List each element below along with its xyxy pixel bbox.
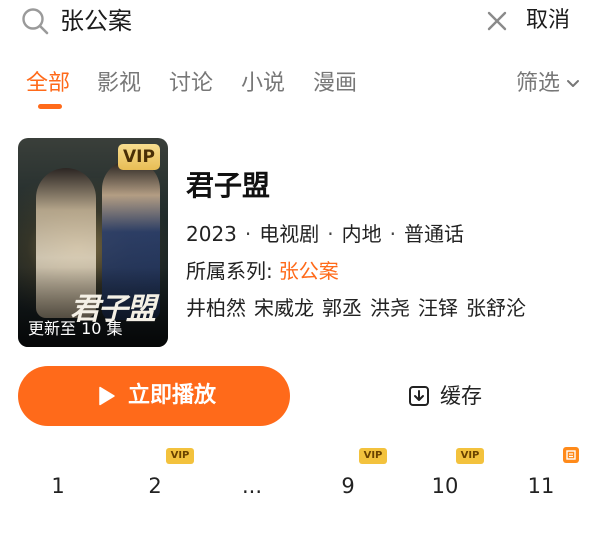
cache-label: 缓存 — [440, 384, 482, 408]
show-meta: 2023 · 电视剧 · 内地 · 普通话 — [186, 222, 464, 246]
tab-film-tv[interactable]: 影视 — [97, 68, 141, 100]
episode-2[interactable]: 2 — [125, 470, 185, 502]
series-link[interactable]: 张公案 — [279, 259, 339, 283]
episode-ellipsis[interactable]: ... — [222, 470, 282, 502]
cast-member[interactable]: 郭丞 — [322, 296, 362, 320]
meta-type: 电视剧 — [259, 222, 320, 246]
search-icon — [22, 8, 49, 35]
cast-member[interactable]: 宋威龙 — [254, 296, 314, 320]
episode-9[interactable]: 9 — [318, 470, 378, 502]
clear-icon[interactable] — [486, 10, 508, 32]
meta-language: 普通话 — [403, 222, 464, 246]
update-status: 更新至 10 集 — [28, 319, 123, 338]
episode-1[interactable]: 1 — [28, 470, 88, 502]
episode-11[interactable]: 11 — [511, 470, 571, 502]
play-now-label: 立即播放 — [128, 383, 217, 408]
cache-button[interactable]: 缓存 — [404, 378, 514, 414]
series-label: 所属系列: — [186, 259, 273, 283]
cast-list: 井柏然 宋威龙 郭丞 洪尧 汪铎 张舒沦 — [186, 294, 534, 322]
download-icon — [409, 386, 429, 406]
filter-button[interactable]: 筛选 — [516, 68, 560, 100]
tab-discussion[interactable]: 讨论 — [169, 68, 213, 100]
search-input[interactable]: 张公案 — [60, 4, 132, 38]
meta-year: 2023 — [186, 222, 237, 246]
play-now-button[interactable]: 立即播放 — [18, 366, 290, 426]
active-tab-indicator — [38, 104, 62, 109]
cast-member[interactable]: 汪铎 — [418, 296, 458, 320]
episode-vip-badge: VIP — [359, 448, 387, 464]
meta-region: 内地 — [341, 222, 382, 246]
cast-member[interactable]: 井柏然 — [186, 296, 246, 320]
search-bar: 张公案 取消 — [0, 0, 600, 46]
series-row: 所属系列: 张公案 — [186, 257, 339, 285]
vip-badge: VIP — [118, 144, 160, 170]
tab-all[interactable]: 全部 — [26, 68, 70, 100]
episode-vip-badge: VIP — [456, 448, 484, 464]
tab-novel[interactable]: 小说 — [241, 68, 285, 100]
new-episode-icon — [563, 447, 579, 463]
episode-10[interactable]: 10 — [415, 470, 475, 502]
play-icon — [99, 386, 115, 406]
cast-member[interactable]: 张舒沦 — [466, 296, 526, 320]
show-title[interactable]: 君子盟 — [186, 166, 270, 206]
cast-member[interactable]: 洪尧 — [370, 296, 410, 320]
category-tabs: 全部 影视 讨论 小说 漫画 筛选 — [0, 62, 600, 112]
episode-vip-badge: VIP — [166, 448, 194, 464]
cancel-button[interactable]: 取消 — [526, 4, 570, 38]
chevron-down-icon[interactable] — [566, 79, 580, 89]
tab-comic[interactable]: 漫画 — [313, 68, 357, 100]
poster-image[interactable]: 君子盟 VIP 更新至 10 集 — [18, 138, 168, 347]
